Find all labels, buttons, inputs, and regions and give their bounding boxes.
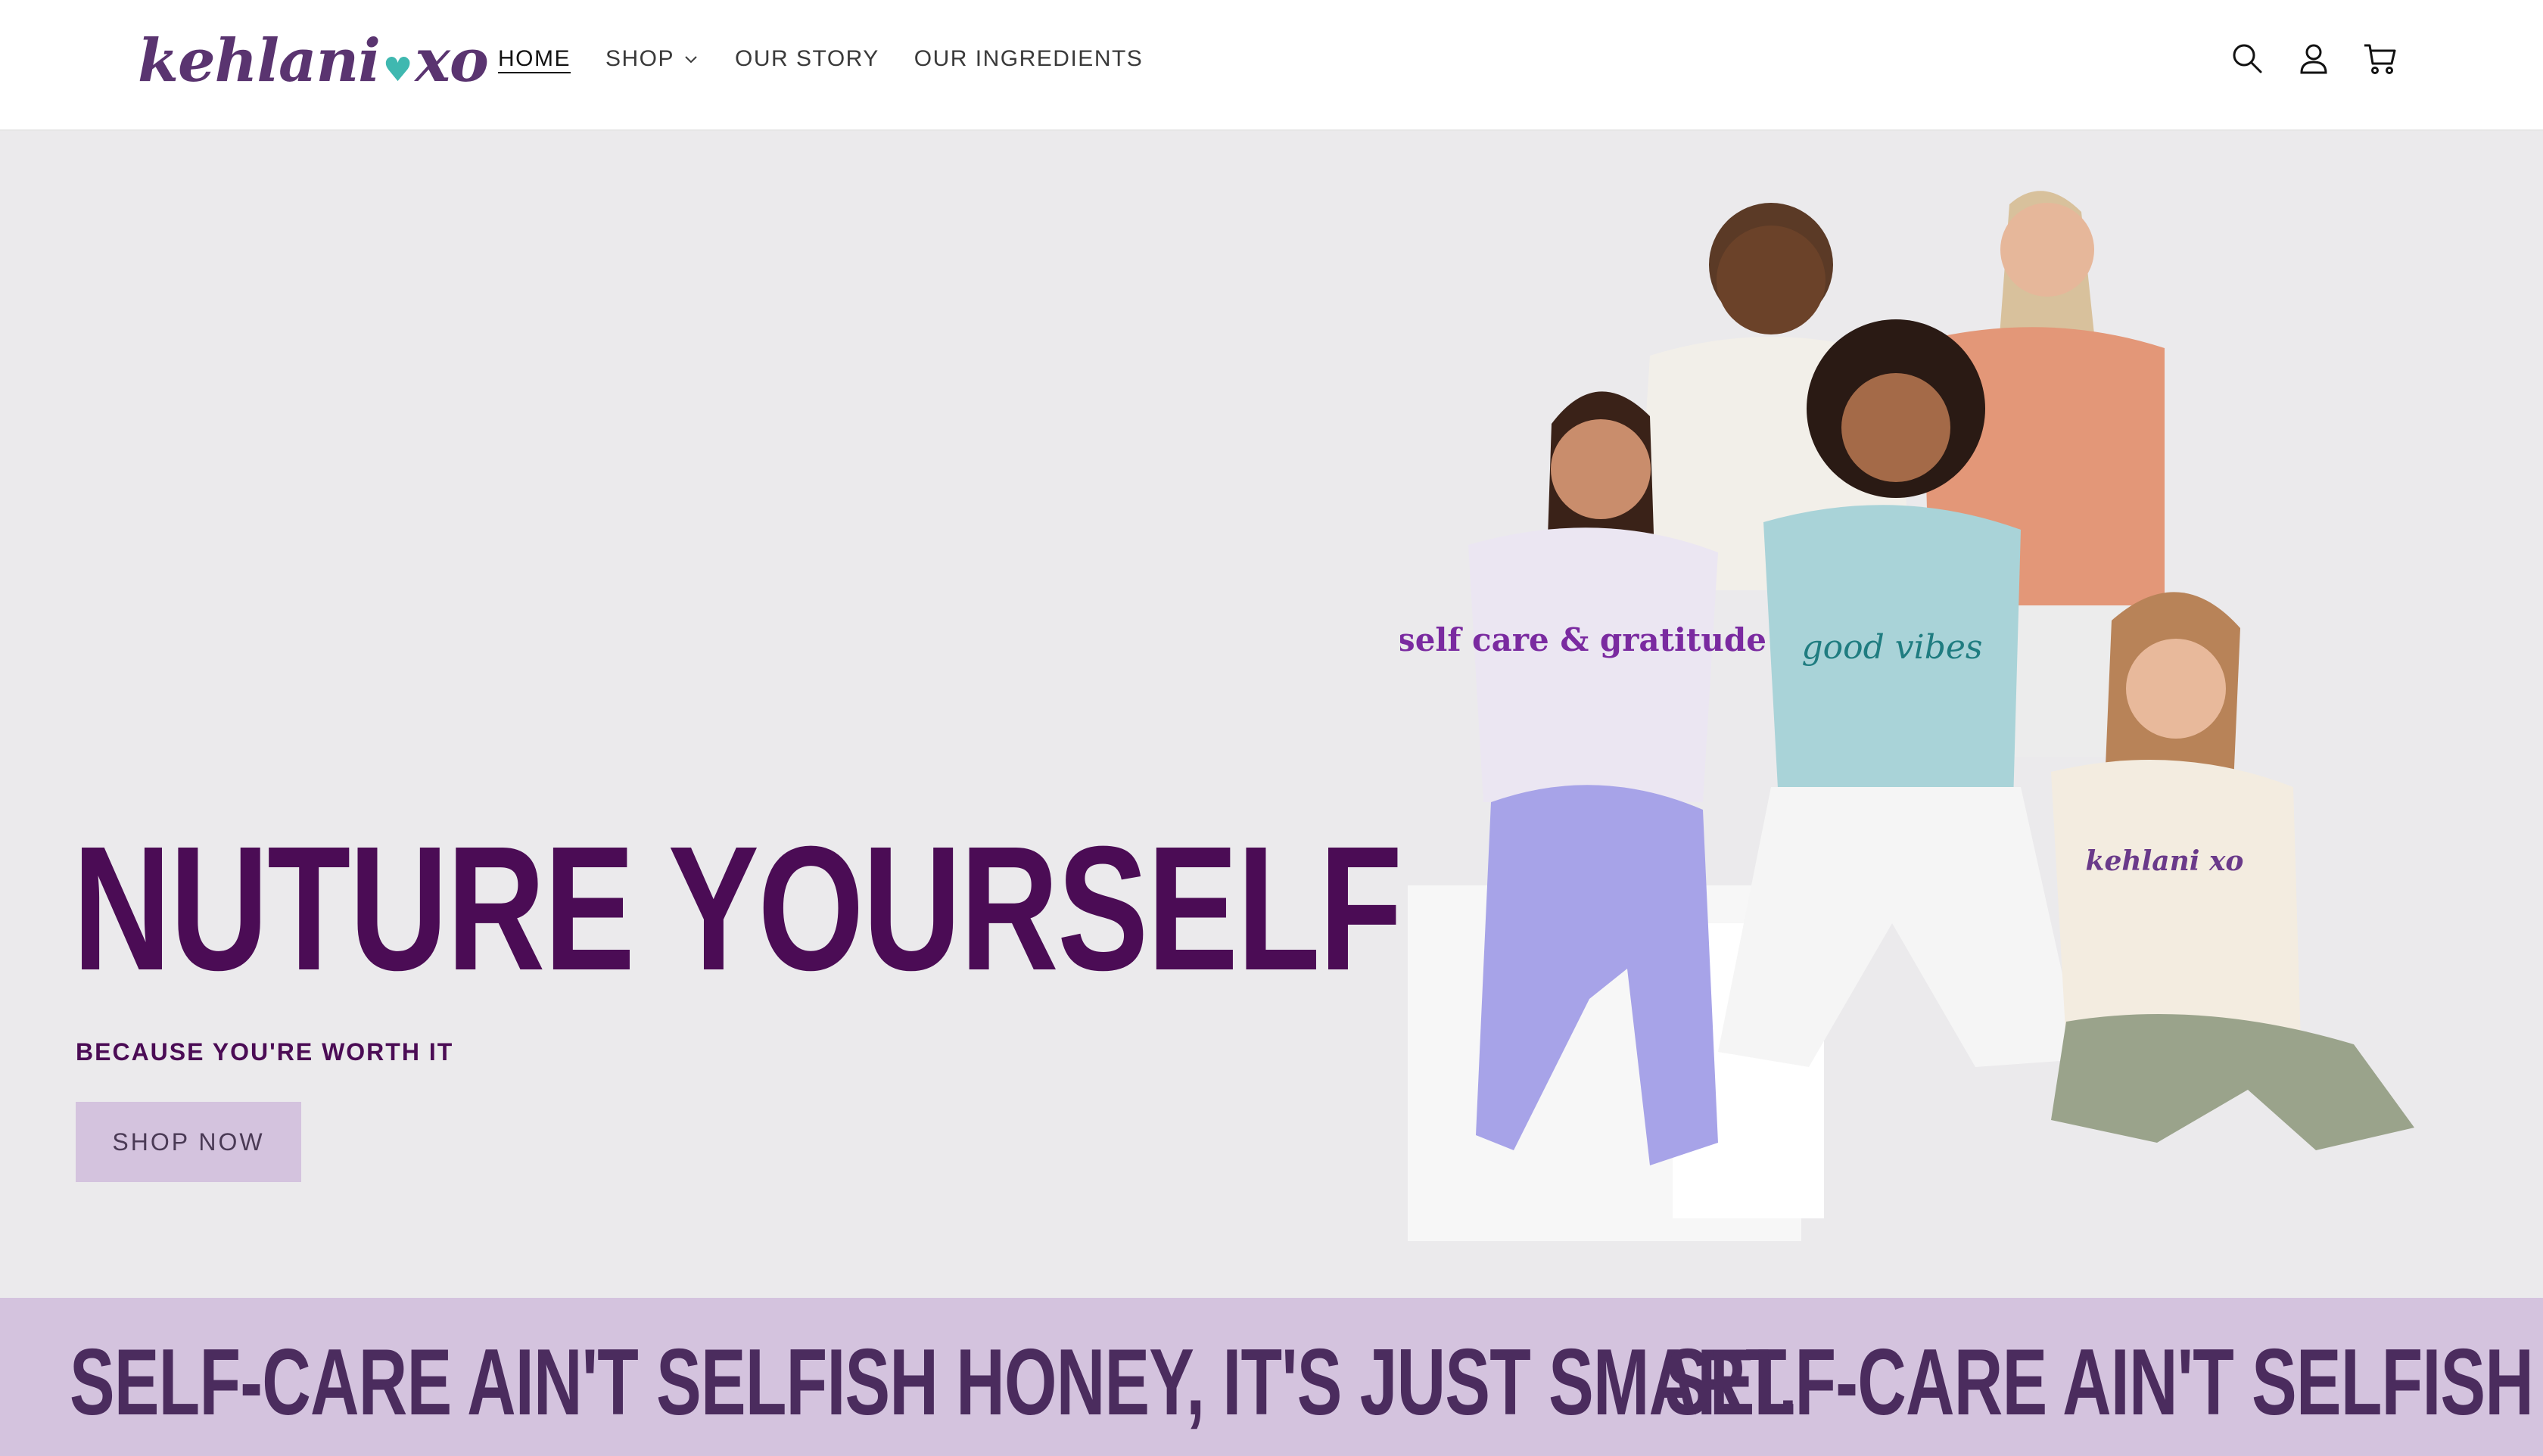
nav-our-ingredients[interactable]: OUR INGREDIENTS xyxy=(914,44,1144,74)
brand-logo[interactable]: kehlani♥xo xyxy=(138,26,489,104)
marquee-text: SELF-CARE AIN'T SELFISH HONEY, IT'S JUST… xyxy=(70,1330,1798,1435)
hero-group-photo: self care & gratitude good vibes kehlani… xyxy=(1400,191,2414,1241)
marquee-banner: SELF-CARE AIN'T SELFISH HONEY, IT'S JUST… xyxy=(0,1298,2543,1456)
nav-our-story[interactable]: OUR STORY xyxy=(735,44,879,74)
chevron-down-icon xyxy=(685,56,697,64)
nav-shop-label: SHOP xyxy=(605,46,675,71)
logo-text-right: xo xyxy=(415,26,489,95)
hero-subtitle: BECAUSE YOU'RE WORTH IT xyxy=(76,1038,454,1066)
shirt-text-gratitude: self care & gratitude xyxy=(1400,621,1766,658)
header-icons xyxy=(2228,39,2399,77)
shirt-text-good-vibes: good vibes xyxy=(1801,628,1982,667)
shop-now-button[interactable]: SHOP NOW xyxy=(76,1102,301,1182)
search-icon[interactable] xyxy=(2228,39,2266,77)
heart-icon: ♥ xyxy=(382,51,412,89)
nav-shop[interactable]: SHOP xyxy=(605,44,700,74)
hero-title: NUTURE YOURSELF xyxy=(73,809,1402,1007)
cart-icon[interactable] xyxy=(2361,39,2399,77)
marquee-text-repeat: SELF-CARE AIN'T SELFISH HONEY, IT'S JUST… xyxy=(1665,1330,2543,1435)
nav-home[interactable]: HOME xyxy=(498,44,571,74)
account-icon[interactable] xyxy=(2295,39,2333,77)
site-header: kehlani♥xo HOME SHOP OUR STORY OUR INGRE… xyxy=(0,0,2543,131)
logo-text-left: kehlani xyxy=(138,26,381,95)
main-nav: HOME SHOP OUR STORY OUR INGREDIENTS xyxy=(498,44,1143,74)
shirt-text-logo: kehlani xo xyxy=(2086,845,2244,877)
